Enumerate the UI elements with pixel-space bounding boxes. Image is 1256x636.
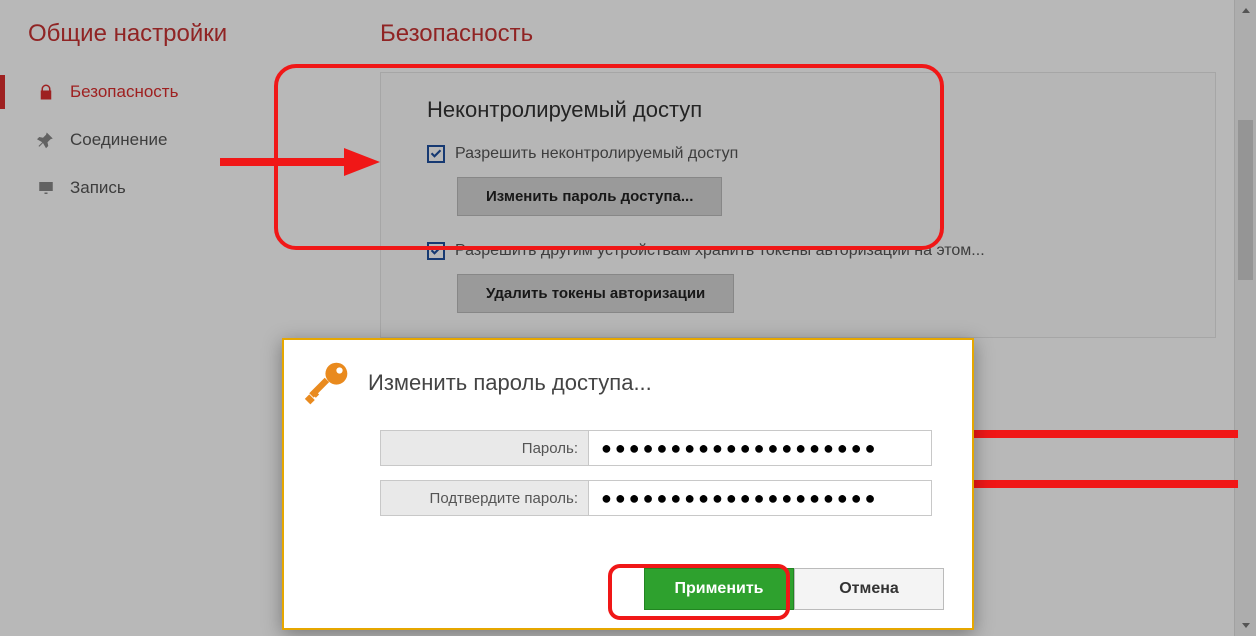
checkbox-label: Разрешить неконтролируемый доступ [455, 145, 738, 163]
checkbox-row-allow-tokens[interactable]: Разрешить другим устройствам хранить ток… [427, 242, 1191, 260]
dialog-title: Изменить пароль доступа... [368, 370, 652, 396]
scroll-down-icon[interactable] [1235, 614, 1256, 636]
checkbox-row-allow-unsupervised[interactable]: Разрешить неконтролируемый доступ [427, 145, 1191, 163]
password-input[interactable]: ●●●●●●●●●●●●●●●●●●●● [588, 430, 932, 466]
key-icon [302, 358, 352, 408]
sidebar-item-label: Безопасность [70, 82, 178, 102]
dialog-buttons: Применить Отмена [644, 568, 944, 610]
sidebar-item-label: Запись [70, 178, 126, 198]
change-password-dialog: Изменить пароль доступа... Пароль: ●●●●●… [282, 338, 974, 630]
confirm-password-input[interactable]: ●●●●●●●●●●●●●●●●●●●● [588, 480, 932, 516]
sidebar-item-record[interactable]: Запись [0, 164, 340, 212]
monitor-icon [36, 178, 56, 198]
lock-icon [36, 82, 56, 102]
confirm-password-field-row: Подтвердите пароль: ●●●●●●●●●●●●●●●●●●●● [380, 480, 932, 516]
scrollbar[interactable] [1234, 0, 1256, 636]
confirm-password-label: Подтвердите пароль: [380, 480, 588, 516]
checkbox-icon [427, 242, 445, 260]
checkbox-label: Разрешить другим устройствам хранить ток… [455, 242, 985, 260]
section-unsupervised: Неконтролируемый доступ Разрешить неконт… [380, 72, 1216, 338]
apply-button[interactable]: Применить [644, 568, 794, 610]
checkbox-icon [427, 145, 445, 163]
sidebar-title: Общие настройки [0, 0, 340, 68]
cancel-button[interactable]: Отмена [794, 568, 944, 610]
section-title: Неконтролируемый доступ [427, 97, 1191, 123]
password-field-row: Пароль: ●●●●●●●●●●●●●●●●●●●● [380, 430, 932, 466]
page-title: Безопасность [360, 0, 1236, 60]
scroll-thumb[interactable] [1238, 120, 1253, 280]
delete-tokens-button[interactable]: Удалить токены авторизации [457, 274, 734, 313]
sidebar-item-security[interactable]: Безопасность [0, 68, 340, 116]
sidebar-item-label: Соединение [70, 130, 167, 150]
password-label: Пароль: [380, 430, 588, 466]
pin-icon [36, 130, 56, 150]
scroll-up-icon[interactable] [1235, 0, 1256, 22]
dialog-header: Изменить пароль доступа... [284, 340, 972, 416]
change-password-button[interactable]: Изменить пароль доступа... [457, 177, 722, 216]
sidebar-item-connection[interactable]: Соединение [0, 116, 340, 164]
